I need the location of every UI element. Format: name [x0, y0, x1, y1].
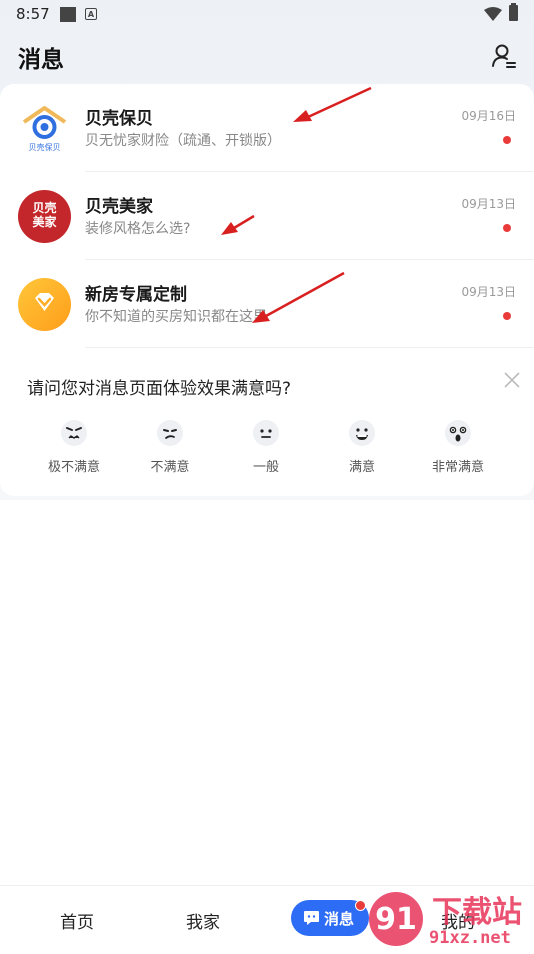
annotation-arrow-icon — [221, 214, 255, 235]
annotation-arrows — [221, 86, 372, 323]
nav-my-home[interactable]: 我家 — [186, 908, 220, 933]
svg-text:下载站: 下载站 — [432, 895, 522, 930]
annotation-arrow-icon — [293, 86, 372, 122]
watermark-logo-icon: 91 下载站 91xz.net — [369, 892, 522, 948]
nav-messages[interactable]: 消息 — [291, 900, 369, 936]
message-bubble-icon — [304, 911, 319, 925]
watermark: 91 下载站 91xz.net — [365, 888, 534, 950]
svg-text:91xz.net: 91xz.net — [429, 928, 511, 948]
annotation-arrow-icon — [252, 271, 345, 323]
nav-home[interactable]: 首页 — [60, 908, 94, 933]
nav-messages-label: 消息 — [324, 910, 355, 928]
svg-text:91: 91 — [375, 902, 417, 937]
